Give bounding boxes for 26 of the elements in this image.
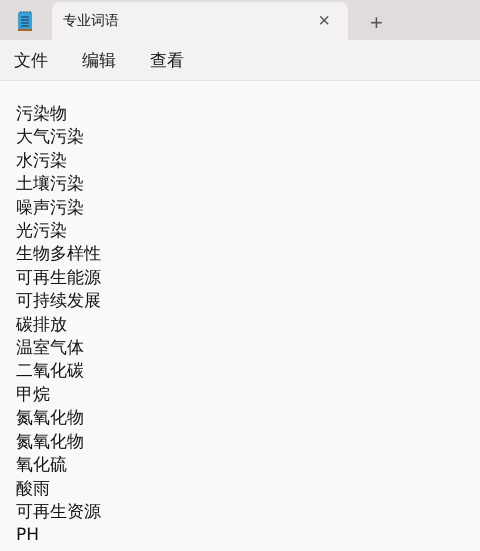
text-line: 水污染: [16, 150, 67, 173]
menu-item[interactable]: 编辑: [74, 44, 124, 76]
text-line: 可持续发展: [16, 290, 101, 314]
text-line: 噪声污染: [16, 196, 84, 220]
menu-item[interactable]: 文件: [6, 44, 56, 76]
notepad-icon: [17, 10, 33, 32]
menu-item[interactable]: 查看: [142, 44, 192, 76]
text-line: 光污染: [16, 220, 67, 244]
text-line: 大气污染: [16, 126, 84, 150]
close-tab-button[interactable]: ×: [312, 11, 336, 31]
text-line: 可再生能源: [16, 266, 101, 290]
text-line: 温室气体: [16, 337, 84, 360]
text-line: 碳排放: [16, 314, 67, 337]
text-line: PH: [16, 524, 40, 548]
new-tab-button[interactable]: +: [364, 12, 389, 34]
text-line: 氮氧化物: [16, 407, 84, 430]
text-line: 氮氧化物: [16, 430, 84, 454]
text-line: 可再生资源: [16, 500, 101, 524]
document-tab[interactable]: 专业词语 ×: [52, 2, 348, 40]
text-line: 生物多样性: [16, 243, 101, 266]
text-line: 污染物: [16, 103, 67, 126]
text-line: 甲烷: [16, 384, 50, 407]
text-line: 土壤污染: [16, 173, 84, 196]
text-line: 氧化硫: [16, 454, 67, 478]
text-line: 酸雨: [16, 478, 50, 500]
text-line: 二氧化碳: [16, 360, 84, 384]
